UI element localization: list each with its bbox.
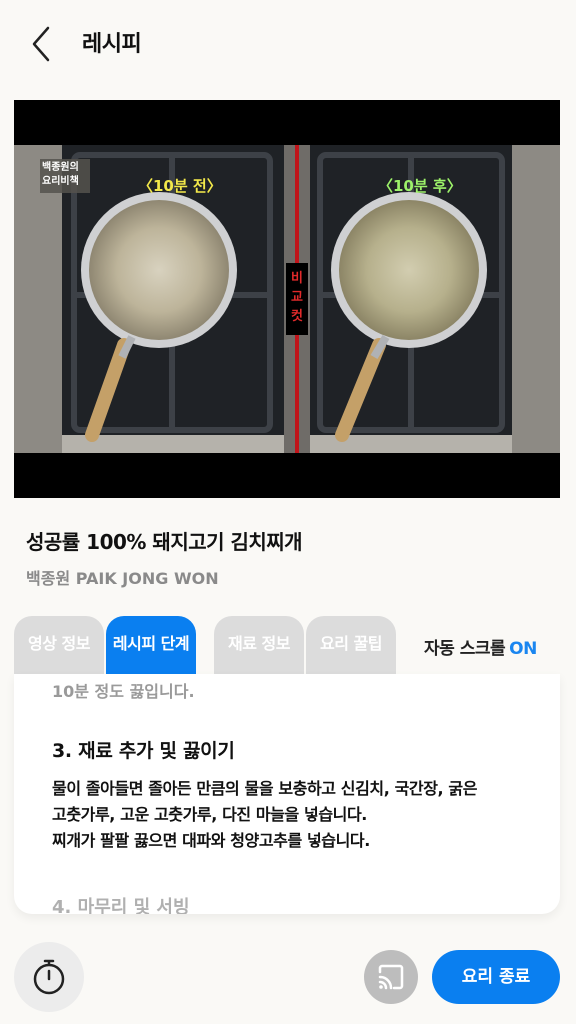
video-frame: 백종원의 요리비책 〈10분 전〉 〈10분 후〉 비교컷 — [14, 145, 560, 453]
current-step-body: 물이 졸아들면 졸아든 만큼의 물을 보충하고 신김치, 국간장, 굵은 고춧가… — [52, 776, 542, 854]
end-cooking-button[interactable]: 요리 종료 — [432, 950, 560, 1004]
back-button[interactable] — [26, 24, 62, 64]
video-compare-label: 비교컷 — [291, 271, 303, 324]
tab-video-info[interactable]: 영상 정보 — [14, 616, 104, 676]
tab-recipe-steps[interactable]: 레시피 단계 — [106, 616, 196, 676]
step-line: 고춧가루, 고운 고춧가루, 다진 마늘을 넣습니다. — [52, 805, 367, 824]
header: 레시피 — [0, 0, 576, 88]
previous-step-text: 10분 정도 끓입니다. — [52, 682, 195, 701]
cast-button[interactable] — [364, 950, 418, 1004]
auto-scroll-label: 자동 스크롤 — [424, 639, 506, 659]
step-line: 찌개가 팔팔 끓으면 대파와 청양고추를 넣습니다. — [52, 831, 370, 850]
timer-icon — [33, 959, 65, 995]
cooking-scene-image — [14, 145, 560, 453]
tab-bar: 영상 정보 레시피 단계 재료 정보 요리 꿀팁 — [14, 616, 404, 676]
auto-scroll-toggle[interactable]: 자동 스크롤 ON — [424, 634, 537, 659]
auto-scroll-state: ON — [509, 639, 537, 659]
step-line: 물이 졸아들면 졸아든 만큼의 물을 보충하고 신김치, 국간장, 굵은 — [52, 779, 478, 798]
recipe-author: 백종원 PAIK JONG WON — [26, 569, 219, 588]
video-caption-after: 〈10분 후〉 — [378, 177, 462, 195]
tab-ingredients[interactable]: 재료 정보 — [214, 616, 304, 676]
tab-cooking-tips[interactable]: 요리 꿀팁 — [306, 616, 396, 676]
current-step-heading: 3. 재료 추가 및 끓이기 — [52, 740, 235, 762]
video-logo: 백종원의 요리비책 — [42, 162, 79, 187]
video-caption-before: 〈10분 전〉 — [138, 177, 222, 195]
video-player[interactable]: 백종원의 요리비책 〈10분 전〉 〈10분 후〉 비교컷 — [14, 100, 560, 498]
recipe-steps-panel[interactable]: 10분 정도 끓입니다. 3. 재료 추가 및 끓이기 물이 졸아들면 졸아든 … — [14, 674, 560, 914]
chevron-left-icon — [32, 26, 50, 62]
cast-icon — [378, 964, 404, 990]
timer-button[interactable] — [14, 942, 84, 1012]
next-step-heading: 4. 마무리 및 서빙 — [52, 897, 190, 914]
page-title: 레시피 — [82, 32, 142, 57]
recipe-title: 성공률 100% 돼지고기 김치찌개 — [26, 530, 303, 554]
